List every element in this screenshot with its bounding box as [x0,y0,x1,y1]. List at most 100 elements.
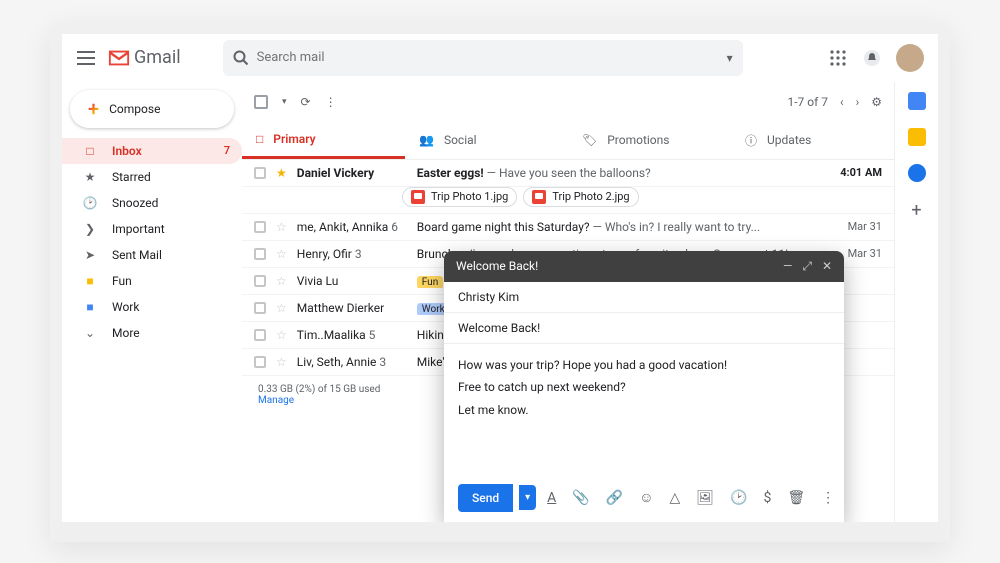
row-checkbox[interactable] [254,275,266,287]
body-line: How was your trip? Hope you had a good v… [458,354,830,377]
sidebar-item-sent-mail[interactable]: ➤ Sent Mail [62,242,242,268]
tab-icon: 👥 [419,133,434,147]
sidebar-item-label: Sent Mail [112,248,162,262]
star-icon[interactable]: ☆ [276,301,287,315]
sidebar-item-inbox[interactable]: □Inbox7 [62,138,242,164]
mail-toolbar: ▾ ⟳ ⋮ 1-7 of 7 ‹ › ⚙ [242,82,894,122]
compose-label: Compose [109,102,160,116]
row-checkbox[interactable] [254,221,266,233]
main-menu-icon[interactable] [76,48,96,68]
row-checkbox[interactable] [254,329,266,341]
next-page-icon[interactable]: › [856,95,860,109]
format-icon[interactable]: A [542,490,561,506]
sidebar-item-snoozed[interactable]: 🕑Snoozed [62,190,242,216]
star-icon[interactable]: ★ [276,166,287,180]
tab-promotions[interactable]: 🏷Promotions [568,122,731,159]
prev-page-icon[interactable]: ‹ [840,95,844,109]
body-line: Let me know. [458,399,830,422]
search-options-icon[interactable]: ▾ [727,51,733,65]
drive-icon[interactable]: △ [664,490,685,506]
tasks-addon-icon[interactable] [908,164,926,182]
sidebar-item-fun[interactable]: ■Fun [62,268,242,294]
sidebar-item-label: Work [112,300,139,314]
account-avatar[interactable] [896,44,924,72]
star-icon[interactable]: ☆ [276,274,287,288]
more-icon[interactable]: ⋮ [325,95,337,109]
pagination-count: 1-7 of 7 [787,95,828,109]
fullscreen-icon[interactable]: ⤢ [802,259,812,274]
star-icon[interactable]: ☆ [276,328,287,342]
folder-icon: ■ [82,300,98,314]
money-icon[interactable]: $ [758,490,776,506]
sidebar-item-more[interactable]: ⌄More [62,320,242,346]
email-row[interactable]: ☆ me, Ankit, Annika 6 Board game night t… [242,214,894,241]
attachment-chip[interactable]: Trip Photo 1.jpg [402,187,517,207]
image-file-icon [532,190,546,204]
gmail-logo[interactable]: Gmail [108,47,181,68]
email-from: Vivia Lu [297,274,407,288]
tab-updates[interactable]: ⓘUpdates [731,122,894,159]
select-all-checkbox[interactable] [254,95,268,109]
compose-body[interactable]: How was your trip? Hope you had a good v… [444,344,844,474]
sidebar-item-starred[interactable]: ★ Starred [62,164,242,190]
compose-window: Welcome Back! — ⤢ ✕ Christy Kim Welcome … [444,251,844,522]
folder-icon: □ [82,144,98,158]
sidebar-item-label: Fun [112,274,132,288]
email-snippet: — Who's in? I really want to try... [590,220,761,234]
sidebar-item-label: Important [112,222,165,236]
link-icon[interactable]: 🔗 [601,490,628,506]
sidebar-item-label: Starred [112,170,151,184]
discard-icon[interactable]: 🗑 [782,490,810,506]
tab-social[interactable]: 👥Social [405,122,568,159]
folder-icon: ★ [82,170,98,184]
select-dropdown-icon[interactable]: ▾ [282,97,287,107]
tab-icon: □ [256,132,263,146]
email-row[interactable]: ★ Daniel Vickery Easter eggs! — Have you… [242,160,894,187]
to-field[interactable]: Christy Kim [444,282,844,313]
row-checkbox[interactable] [254,167,266,179]
emoji-icon[interactable]: ☺ [634,489,658,506]
folder-icon: ➤ [82,248,98,262]
product-name: Gmail [134,47,181,68]
timer-icon[interactable]: 🕑 [725,490,752,506]
tab-label: Promotions [607,133,669,147]
apps-icon[interactable] [828,48,848,68]
email-subject: Board game night this Saturday? [417,220,590,234]
minimize-icon[interactable]: — [783,259,792,274]
tab-label: Primary [273,132,315,146]
item-count: 7 [224,144,230,157]
star-icon[interactable]: ☆ [276,247,287,261]
sidebar-item-work[interactable]: ■ Work [62,294,242,320]
refresh-icon[interactable]: ⟳ [301,95,311,109]
star-icon[interactable]: ☆ [276,220,287,234]
category-tabs: □ Primary 👥Social🏷PromotionsⓘUpdates [242,122,894,160]
compose-more-icon[interactable]: ⋮ [816,490,840,506]
close-icon[interactable]: ✕ [822,259,832,274]
subject-field[interactable]: Welcome Back! [444,313,844,344]
search-input[interactable] [257,50,719,65]
attach-icon[interactable]: 📎 [567,490,594,506]
send-button[interactable]: Send [458,484,513,512]
row-checkbox[interactable] [254,248,266,260]
search-bar[interactable]: ▾ [223,40,743,76]
image-file-icon [411,190,425,204]
get-addons-icon[interactable]: + [911,200,921,221]
star-icon[interactable]: ☆ [276,355,287,369]
manage-storage-link[interactable]: Manage [258,395,294,406]
compose-header[interactable]: Welcome Back! — ⤢ ✕ [444,251,844,282]
row-checkbox[interactable] [254,356,266,368]
attachment-chip[interactable]: Trip Photo 2.jpg [523,187,638,207]
tab-primary[interactable]: □ Primary [242,122,405,159]
email-from: Matthew Dierker [297,301,407,315]
email-snippet: — Have you seen the balloons? [484,166,651,180]
sidebar-item-important[interactable]: ❯Important [62,216,242,242]
compose-button[interactable]: + Compose [70,90,234,128]
keep-addon-icon[interactable] [908,128,926,146]
photo-icon[interactable]: 🖼 [691,490,719,506]
settings-icon[interactable]: ⚙ [871,95,882,109]
row-checkbox[interactable] [254,302,266,314]
notifications-icon[interactable] [862,48,882,68]
calendar-addon-icon[interactable] [908,92,926,110]
email-from: Liv, Seth, Annie 3 [297,355,407,369]
send-options-icon[interactable]: ▾ [519,485,536,510]
